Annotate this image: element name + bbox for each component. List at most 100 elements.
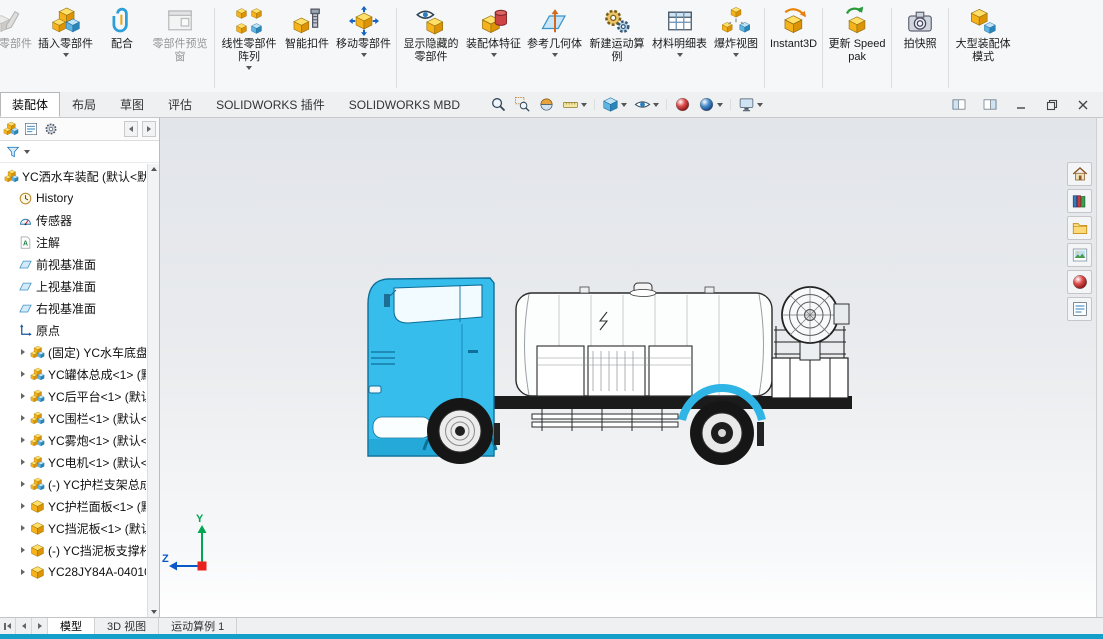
custom-properties-tab[interactable] xyxy=(1067,297,1092,321)
show-left-pane-button[interactable] xyxy=(951,98,967,112)
expand-arrow-icon[interactable] xyxy=(20,569,25,575)
go-first-tab-button[interactable] xyxy=(0,618,16,634)
close-button[interactable] xyxy=(1075,98,1091,112)
scroll-up-icon[interactable] xyxy=(150,167,157,171)
restore-button[interactable] xyxy=(1044,98,1060,112)
ribbon-reference-geometry[interactable]: 参考几何体 xyxy=(524,4,585,59)
ribbon-show-hidden-components[interactable]: 显示隐藏的零部件 xyxy=(399,4,463,66)
section-view-button[interactable] xyxy=(536,95,557,114)
tab-solidworks-addins[interactable]: SOLIDWORKS 插件 xyxy=(204,92,337,117)
expand-arrow-icon[interactable] xyxy=(20,481,25,487)
ribbon-large-assembly-mode[interactable]: 大型装配体模式 xyxy=(951,4,1015,66)
dropdown-arrow-icon[interactable] xyxy=(621,102,628,107)
tree-item-annotations[interactable]: 注解 xyxy=(0,231,146,253)
edit-appearance-button[interactable] xyxy=(672,95,693,114)
ribbon-assembly-features[interactable]: 装配体特征 xyxy=(463,4,524,59)
expand-arrow-icon[interactable] xyxy=(20,393,25,399)
dropdown-arrow-icon[interactable] xyxy=(757,102,764,107)
tree-item-component[interactable]: YC后平台<1> (默认 xyxy=(0,385,146,407)
dropdown-arrow-icon[interactable] xyxy=(676,53,683,57)
tree-item-component[interactable]: YC电机<1> (默认< xyxy=(0,451,146,473)
appearances-scenes-tab[interactable] xyxy=(1067,270,1092,294)
tree-root-assembly[interactable]: YC洒水车装配 (默认<默 xyxy=(0,165,146,187)
tree-item-component[interactable]: YC28JY84A-04010( xyxy=(0,561,146,583)
tab-layout[interactable]: 布局 xyxy=(60,92,108,117)
dropdown-arrow-icon[interactable] xyxy=(717,102,724,107)
filter-funnel-icon[interactable] xyxy=(5,144,21,160)
ribbon-insert-components[interactable]: 插入零部件 xyxy=(35,4,96,59)
expand-arrow-icon[interactable] xyxy=(20,547,25,553)
dropdown-arrow-icon[interactable] xyxy=(733,53,739,57)
tree-item-front-plane[interactable]: 前视基准面 xyxy=(0,253,146,275)
expand-pane-button[interactable] xyxy=(142,121,156,137)
ribbon-mate[interactable]: 配合 xyxy=(96,4,148,53)
ribbon-exploded-view[interactable]: 爆炸视图 xyxy=(710,4,762,59)
ribbon-take-snapshot[interactable]: 拍快照 xyxy=(894,4,946,53)
displaymanager-icon[interactable] xyxy=(23,121,39,137)
ribbon-update-speedpak[interactable]: 更新 Speedpak xyxy=(825,4,889,66)
graphics-viewport[interactable]: Y Z xyxy=(160,118,1103,617)
tree-item-component[interactable]: (固定) YC水车底盘< xyxy=(0,341,146,363)
measure-button[interactable] xyxy=(560,95,589,114)
expand-arrow-icon[interactable] xyxy=(20,503,25,509)
tree-item-top-plane[interactable]: 上视基准面 xyxy=(0,275,146,297)
tree-item-history[interactable]: History xyxy=(0,187,146,209)
zoom-to-fit-button[interactable] xyxy=(488,95,509,114)
solidworks-resources-tab[interactable] xyxy=(1067,162,1092,186)
tree-item-component[interactable]: (-) YC护栏支架总成 xyxy=(0,473,146,495)
apply-scene-button[interactable] xyxy=(696,95,725,114)
design-library-tab[interactable] xyxy=(1067,189,1092,213)
tree-item-component[interactable]: YC围栏<1> (默认< xyxy=(0,407,146,429)
file-explorer-tab[interactable] xyxy=(1067,216,1092,240)
tab-model[interactable]: 模型 xyxy=(48,618,95,634)
tab-assembly[interactable]: 装配体 xyxy=(0,92,61,117)
prev-tab-button[interactable] xyxy=(16,618,32,634)
expand-arrow-icon[interactable] xyxy=(20,371,25,377)
tree-item-right-plane[interactable]: 右视基准面 xyxy=(0,297,146,319)
ribbon-bill-of-materials[interactable]: 材料明细表 xyxy=(649,4,710,59)
view-settings-button[interactable] xyxy=(736,95,765,114)
expand-arrow-icon[interactable] xyxy=(20,525,25,531)
dropdown-arrow-icon[interactable] xyxy=(490,53,497,57)
ribbon-instant3d[interactable]: Instant3D xyxy=(767,4,820,53)
truck-side-guard[interactable] xyxy=(531,409,679,431)
expand-arrow-icon[interactable] xyxy=(20,415,25,421)
dropdown-arrow-icon[interactable] xyxy=(24,149,30,154)
truck-fog-cannon[interactable] xyxy=(781,286,850,361)
sprinkler-truck-model[interactable]: Y Z xyxy=(160,118,1103,617)
next-tab-button[interactable] xyxy=(32,618,48,634)
dropdown-arrow-icon[interactable] xyxy=(246,66,252,70)
dropdown-arrow-icon[interactable] xyxy=(653,102,660,107)
ribbon-move-component[interactable]: 移动零部件 xyxy=(333,4,394,59)
tree-scrollbar[interactable] xyxy=(147,164,159,617)
tab-sketch[interactable]: 草图 xyxy=(108,92,156,117)
dropdown-arrow-icon[interactable] xyxy=(581,102,588,107)
expand-arrow-icon[interactable] xyxy=(20,459,25,465)
front-wheel[interactable] xyxy=(427,398,493,464)
expand-arrow-icon[interactable] xyxy=(20,349,25,355)
tab-solidworks-mbd[interactable]: SOLIDWORKS MBD xyxy=(337,92,472,117)
featuremanager-tree-icon[interactable] xyxy=(3,121,19,137)
rear-wheel[interactable] xyxy=(690,401,754,465)
zoom-to-area-button[interactable] xyxy=(512,95,533,114)
dropdown-arrow-icon[interactable] xyxy=(62,53,69,57)
hide-show-items-button[interactable] xyxy=(632,95,661,114)
rear-mudflap[interactable] xyxy=(757,422,764,446)
tree-item-component[interactable]: YC罐体总成<1> (默 xyxy=(0,363,146,385)
task-pane-edge[interactable] xyxy=(1096,118,1103,617)
tree-item-component[interactable]: YC雾炮<1> (默认< xyxy=(0,429,146,451)
expand-arrow-icon[interactable] xyxy=(20,437,25,443)
tab-3d-views[interactable]: 3D 视图 xyxy=(95,618,160,634)
propertymanager-icon[interactable] xyxy=(43,121,59,137)
dropdown-arrow-icon[interactable] xyxy=(360,53,367,57)
ribbon-smart-fasteners[interactable]: 智能扣件 xyxy=(281,4,333,53)
truck-lockers[interactable] xyxy=(536,345,693,397)
display-style-button[interactable] xyxy=(600,95,629,114)
tab-motion-study-1[interactable]: 运动算例 1 xyxy=(159,618,238,634)
scroll-down-icon[interactable] xyxy=(150,610,157,614)
tree-item-origin[interactable]: 原点 xyxy=(0,319,146,341)
collapse-pane-button[interactable] xyxy=(124,121,138,137)
minimize-button[interactable] xyxy=(1013,98,1029,112)
dropdown-arrow-icon[interactable] xyxy=(551,53,558,57)
tree-item-component[interactable]: (-) YC挡泥板支撑杆 xyxy=(0,539,146,561)
